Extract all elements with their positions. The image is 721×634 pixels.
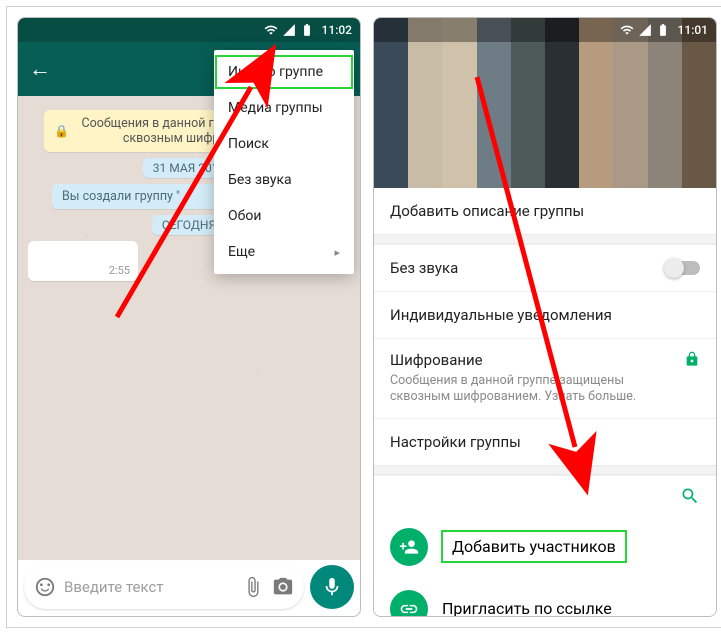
menu-wallpaper[interactable]: Обои [214,198,354,234]
status-time: 11:02 [322,23,352,37]
group-header-image[interactable]: 11:01 [374,18,716,188]
menu-mute[interactable]: Без звука [214,162,354,198]
status-bar: 11:01 [374,18,716,42]
camera-icon[interactable] [272,576,294,598]
wifi-icon [264,23,278,37]
battery-icon [300,23,314,37]
section-divider [374,234,716,244]
add-participants-row[interactable]: Добавить участников [374,516,716,578]
lock-icon: 🔒 [54,124,69,138]
add-person-icon [390,528,428,566]
participants-search[interactable] [374,475,716,516]
group-info-list[interactable]: Добавить описание группы Без звука Индив… [374,188,716,616]
encryption-row[interactable]: Шифрование Сообщения в данной группе защ… [374,338,716,418]
tutorial-composite: 11:02 ← 🔒 Сообщения в данной группе защи… [6,6,721,628]
invite-link-row[interactable]: Пригласить по ссылке [374,578,716,617]
status-bar: 11:02 [18,18,360,42]
lock-icon [684,351,700,371]
mute-toggle[interactable] [666,261,700,275]
incoming-message[interactable]: 2:55 [28,241,138,281]
message-input[interactable]: Введите текст [24,565,304,609]
mic-button[interactable] [310,565,354,609]
menu-group-info[interactable]: Инфо о группе [214,54,354,90]
add-description-row[interactable]: Добавить описание группы [374,188,716,234]
mic-icon [321,576,343,598]
custom-notifications-row[interactable]: Индивидуальные уведомления [374,291,716,338]
message-time: 2:55 [109,264,130,277]
wifi-icon [620,23,634,37]
group-settings-row[interactable]: Настройки группы [374,418,716,465]
mute-row[interactable]: Без звука [374,244,716,291]
section-divider [374,465,716,475]
invite-link-label: Пригласить по ссылке [442,599,612,616]
battery-icon [656,23,670,37]
blurred-image [374,18,716,188]
message-input-bar: Введите текст [24,564,354,610]
attach-icon[interactable] [242,576,264,598]
input-placeholder: Введите текст [64,578,234,596]
back-button[interactable]: ← [24,56,56,82]
phone-group-info-screen: 11:01 Добавить описание группы Без звука… [373,17,717,617]
chevron-right-icon: ▸ [334,246,340,259]
add-participants-label: Добавить участников [442,531,626,562]
emoji-icon[interactable] [34,576,56,598]
signal-icon [638,23,652,37]
phone-chat-screen: 11:02 ← 🔒 Сообщения в данной группе защи… [17,17,361,617]
menu-search[interactable]: Поиск [214,126,354,162]
overflow-menu: Инфо о группе Медиа группы Поиск Без зву… [214,50,354,274]
menu-more[interactable]: Еще▸ [214,234,354,270]
signal-icon [282,23,296,37]
link-icon [390,590,428,617]
search-icon [680,491,700,510]
menu-group-media[interactable]: Медиа группы [214,90,354,126]
status-time: 11:01 [678,23,708,37]
encryption-subtitle: Сообщения в данной группе защищены сквоз… [390,373,700,406]
